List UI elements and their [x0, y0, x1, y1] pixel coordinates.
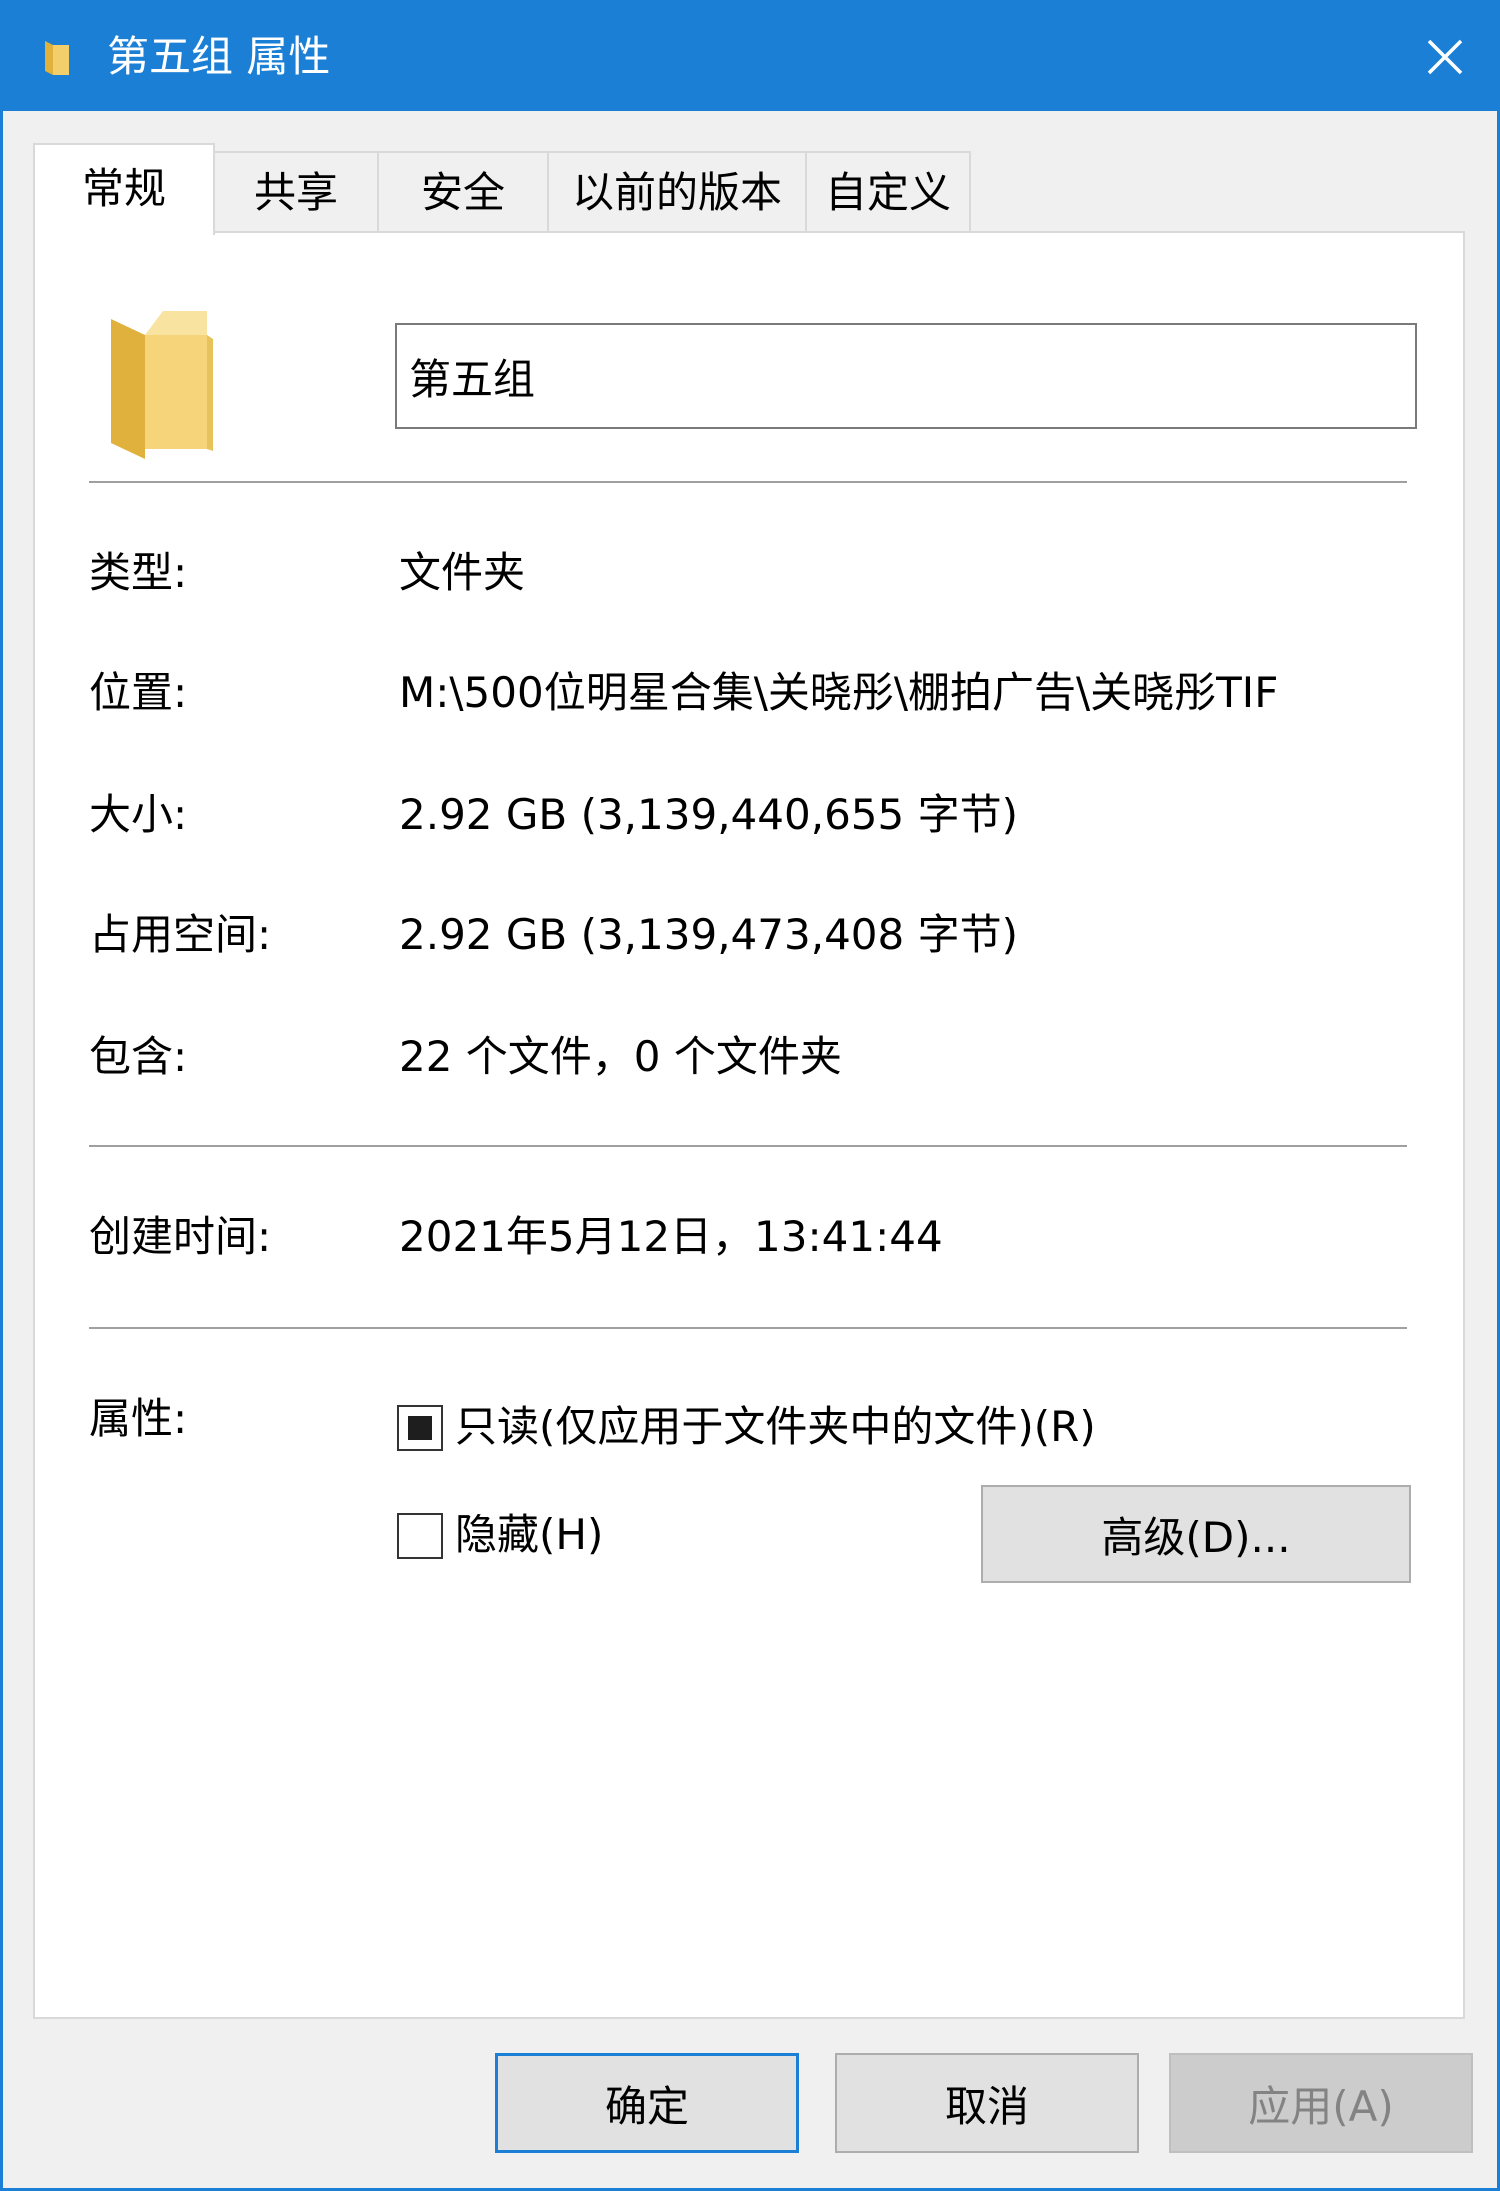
apply-button[interactable]: 应用(A) — [1169, 2053, 1473, 2153]
general-panel: 类型: 文件夹 位置: M:\500位明星合集\关晓彤\棚拍广告\关晓彤TIF … — [33, 231, 1465, 2019]
readonly-checkbox[interactable] — [397, 1405, 443, 1451]
type-value: 文件夹 — [399, 548, 526, 597]
properties-dialog: 第五组 属性 常规 共享 安全 以前的版本 自定义 类型: 文件夹 — [0, 0, 1500, 2191]
disk-size-label: 占用空间: — [89, 910, 272, 959]
ok-button[interactable]: 确定 — [495, 2053, 799, 2153]
close-icon — [1427, 39, 1463, 75]
contains-value: 22 个文件，0 个文件夹 — [399, 1032, 842, 1081]
location-value: M:\500位明星合集\关晓彤\棚拍广告\关晓彤TIF — [399, 668, 1279, 717]
created-value: 2021年5月12日，13:41:44 — [399, 1212, 943, 1261]
advanced-button[interactable]: 高级(D)... — [981, 1485, 1411, 1583]
created-label: 创建时间: — [89, 1212, 272, 1261]
readonly-label[interactable]: 只读(仅应用于文件夹中的文件)(R) — [455, 1401, 1096, 1453]
tab-customize[interactable]: 自定义 — [805, 151, 971, 233]
tab-security[interactable]: 安全 — [377, 151, 549, 233]
indeterminate-mark — [408, 1416, 432, 1440]
size-value: 2.92 GB (3,139,440,655 字节) — [399, 790, 1018, 839]
attributes-label: 属性: — [89, 1394, 188, 1443]
cancel-button[interactable]: 取消 — [835, 2053, 1139, 2153]
close-button[interactable] — [1403, 21, 1487, 93]
location-label: 位置: — [89, 668, 188, 717]
folder-icon — [111, 311, 213, 459]
tab-sharing[interactable]: 共享 — [213, 151, 379, 233]
size-label: 大小: — [89, 790, 188, 839]
title-bar[interactable]: 第五组 属性 — [3, 3, 1497, 111]
tab-previous-versions[interactable]: 以前的版本 — [547, 151, 807, 233]
contains-label: 包含: — [89, 1032, 188, 1081]
tab-general[interactable]: 常规 — [33, 143, 215, 235]
separator — [89, 481, 1407, 483]
folder-name-input[interactable] — [395, 323, 1417, 429]
hidden-checkbox[interactable] — [397, 1513, 443, 1559]
type-label: 类型: — [89, 548, 188, 597]
folder-icon — [45, 41, 69, 75]
separator — [89, 1145, 1407, 1147]
disk-size-value: 2.92 GB (3,139,473,408 字节) — [399, 910, 1018, 959]
separator — [89, 1327, 1407, 1329]
window-title: 第五组 属性 — [107, 32, 331, 81]
hidden-label[interactable]: 隐藏(H) — [455, 1509, 603, 1561]
